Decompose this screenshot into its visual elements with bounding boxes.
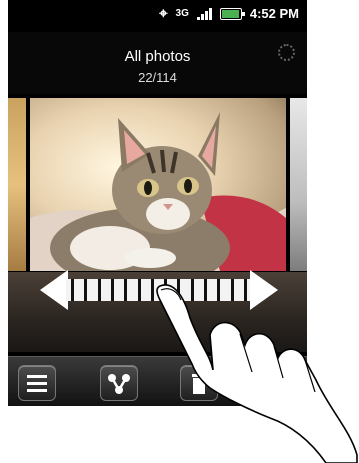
hand-gesture-illustration xyxy=(156,284,358,463)
